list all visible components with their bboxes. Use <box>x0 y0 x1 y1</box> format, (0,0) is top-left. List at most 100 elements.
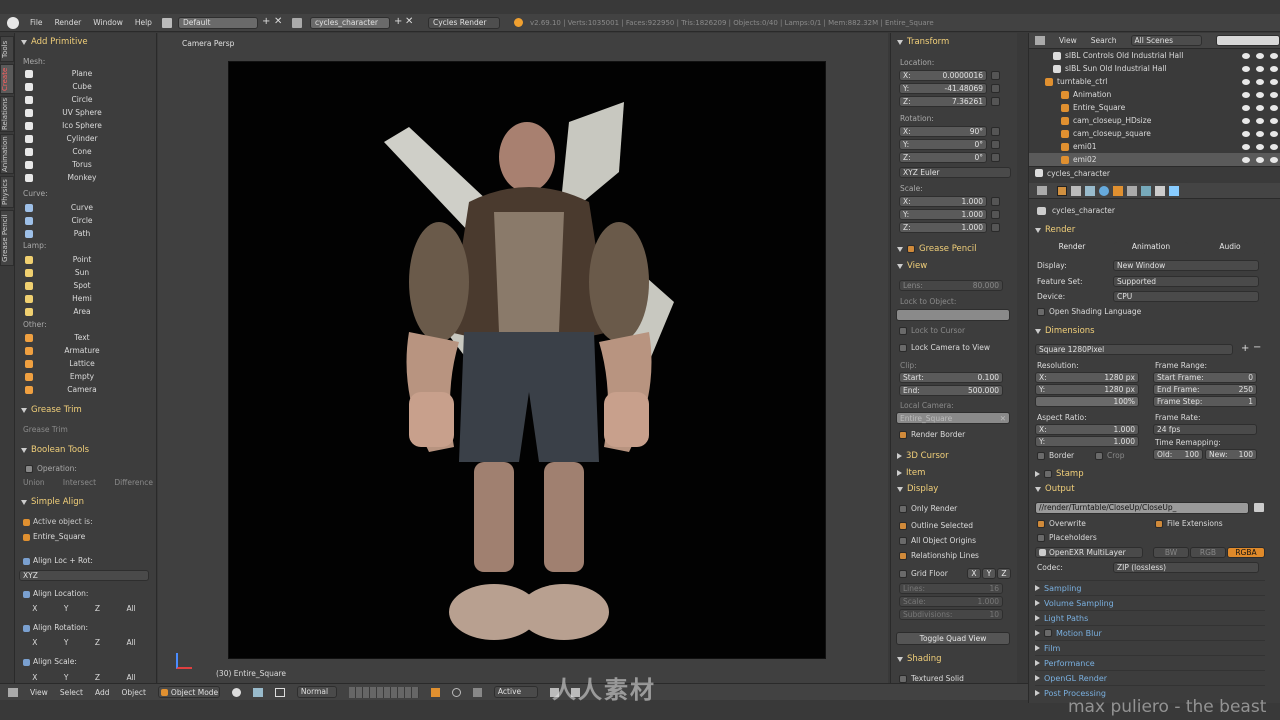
pivot-icon[interactable] <box>252 687 263 697</box>
rgba-button[interactable]: RGBA <box>1227 547 1265 558</box>
border-check[interactable]: Border <box>1037 451 1074 460</box>
rot-z[interactable]: Z <box>95 638 100 647</box>
add-curve-path-button[interactable]: Path <box>19 227 151 240</box>
lens-field[interactable]: Lens: 80.000 <box>899 280 1003 291</box>
animation-button[interactable]: Animation <box>1114 242 1188 254</box>
outliner-search-menu[interactable]: Search <box>1091 36 1117 45</box>
render-icon[interactable] <box>1270 104 1278 111</box>
lock-camera-check[interactable]: Lock Camera to View <box>899 343 990 352</box>
loc-y[interactable]: Y <box>64 604 69 613</box>
tab-physics[interactable]: Physics <box>0 176 14 208</box>
subdiv-field[interactable]: Subdivisions: 10 <box>899 609 1003 620</box>
lock-icon[interactable] <box>991 71 1000 80</box>
union-button[interactable]: Union <box>23 478 45 487</box>
layout-selector[interactable]: Default <box>178 17 258 29</box>
file-ext-box[interactable] <box>1155 520 1163 528</box>
display-select[interactable]: New Window <box>1113 260 1259 271</box>
visibility-icon[interactable] <box>1242 130 1250 137</box>
add-lamp-sun-button[interactable]: Sun <box>19 266 151 279</box>
only-render-box[interactable] <box>899 505 907 513</box>
object-mode-select[interactable]: Object Mode <box>157 686 220 698</box>
section-volume-sampling[interactable]: Volume Sampling <box>1035 595 1265 610</box>
intersect-button[interactable]: Intersect <box>63 478 96 487</box>
visibility-icon[interactable] <box>1242 117 1250 124</box>
add-curve-curve-button[interactable]: Curve <box>19 201 151 214</box>
add-other-lattice-button[interactable]: Lattice <box>19 357 151 370</box>
outline-selected-box[interactable] <box>899 522 907 530</box>
cursor-icon[interactable] <box>1256 65 1264 72</box>
add-mesh-torus-button[interactable]: Torus <box>19 158 151 171</box>
bottom-menu-select[interactable]: Select <box>60 688 83 697</box>
section-light-paths[interactable]: Light Paths <box>1035 610 1265 625</box>
clip-end-field[interactable]: End: 500.000 <box>899 385 1003 396</box>
snap-target-select[interactable]: Active <box>493 686 538 698</box>
world-tab-icon[interactable] <box>1099 185 1109 196</box>
visibility-icon[interactable] <box>1242 156 1250 163</box>
section-sampling[interactable]: Sampling <box>1035 580 1265 595</box>
outliner-item[interactable]: emi02 <box>1029 153 1280 166</box>
grease-trim-button[interactable]: Grease Trim <box>23 425 68 434</box>
bottom-menu-view[interactable]: View <box>30 688 48 697</box>
scl-all[interactable]: All <box>126 673 135 682</box>
add-preset-button[interactable]: + <box>1241 343 1249 354</box>
grid-x[interactable]: X <box>967 568 981 579</box>
outliner-item[interactable]: sIBL Sun Old Industrial Hall <box>1029 62 1280 75</box>
lock-camera-box[interactable] <box>899 344 907 352</box>
cursor-icon[interactable] <box>1256 130 1264 137</box>
start-frame-field[interactable]: Start Frame: 0 <box>1153 372 1257 383</box>
outliner-item[interactable]: emi01 <box>1029 140 1280 153</box>
outliner-item[interactable]: Animation <box>1029 88 1280 101</box>
grease-pencil-header[interactable]: Grease Pencil <box>897 244 977 254</box>
clip-start-field[interactable]: Start: 0.100 <box>899 372 1003 383</box>
osl-check[interactable]: Open Shading Language <box>1037 307 1141 316</box>
crop-check[interactable]: Crop <box>1095 451 1125 460</box>
outliner-view-menu[interactable]: View <box>1059 36 1077 45</box>
scl-field[interactable]: X: 1.000 <box>899 196 987 207</box>
add-mesh-cube-button[interactable]: Cube <box>19 80 151 93</box>
visibility-icon[interactable] <box>1242 78 1250 85</box>
lock-icon[interactable] <box>991 197 1000 206</box>
menu-window[interactable]: Window <box>93 18 123 27</box>
add-scene-button[interactable]: + <box>394 16 402 27</box>
res-y-field[interactable]: Y: 1280 px <box>1035 384 1139 395</box>
add-lamp-area-button[interactable]: Area <box>19 305 151 318</box>
render-tab-icon[interactable] <box>1057 185 1067 196</box>
lock-icon[interactable] <box>991 84 1000 93</box>
aspect-x-field[interactable]: X: 1.000 <box>1035 424 1139 435</box>
output-path-field[interactable]: //render/Turntable/CloseUp/CloseUp_ <box>1035 502 1249 514</box>
viewport-shading-icon[interactable] <box>231 687 241 697</box>
render-border-check[interactable]: Render Border <box>899 430 965 439</box>
difference-button[interactable]: Difference <box>114 478 153 487</box>
aspect-y-field[interactable]: Y: 1.000 <box>1035 436 1139 447</box>
grid-scale-field[interactable]: Scale: 1.000 <box>899 596 1003 607</box>
object-tab-icon[interactable] <box>1113 185 1123 196</box>
lock-layers-icon[interactable] <box>430 687 440 697</box>
textured-solid-check[interactable]: Textured Solid <box>899 674 964 683</box>
cursor-icon[interactable] <box>1256 104 1264 111</box>
grid-floor-box[interactable] <box>899 570 907 578</box>
add-other-camera-button[interactable]: Camera <box>19 383 151 396</box>
overwrite-check[interactable]: Overwrite <box>1037 519 1086 528</box>
tab-tools[interactable]: Tools <box>0 36 14 62</box>
cursor-icon[interactable] <box>1256 91 1264 98</box>
outliner-item[interactable]: cam_closeup_square <box>1029 127 1280 140</box>
file-format-select[interactable]: OpenEXR MultiLayer <box>1035 547 1143 558</box>
layout-icon[interactable] <box>162 18 172 28</box>
res-x-field[interactable]: X: 1280 px <box>1035 372 1139 383</box>
add-mesh-uv-sphere-button[interactable]: UV Sphere <box>19 106 151 119</box>
textured-solid-box[interactable] <box>899 675 907 683</box>
fps-select[interactable]: 24 fps <box>1153 424 1257 435</box>
grid-y[interactable]: Y <box>982 568 996 579</box>
lock-icon[interactable] <box>991 127 1000 136</box>
visibility-icon[interactable] <box>1242 91 1250 98</box>
osl-box[interactable] <box>1037 308 1045 316</box>
all-origins-check[interactable]: All Object Origins <box>899 536 976 545</box>
render-icon[interactable] <box>1270 52 1278 59</box>
view3d-editor-icon[interactable] <box>8 687 18 697</box>
align-xyz-field[interactable]: XYZ <box>19 570 149 581</box>
time-old-field[interactable]: Old: 100 <box>1153 449 1203 460</box>
loc-field[interactable]: Y: -41.48069 <box>899 83 987 94</box>
visibility-icon[interactable] <box>1242 65 1250 72</box>
lock-cursor-check[interactable]: Lock to Cursor <box>899 326 965 335</box>
lock-icon[interactable] <box>991 223 1000 232</box>
